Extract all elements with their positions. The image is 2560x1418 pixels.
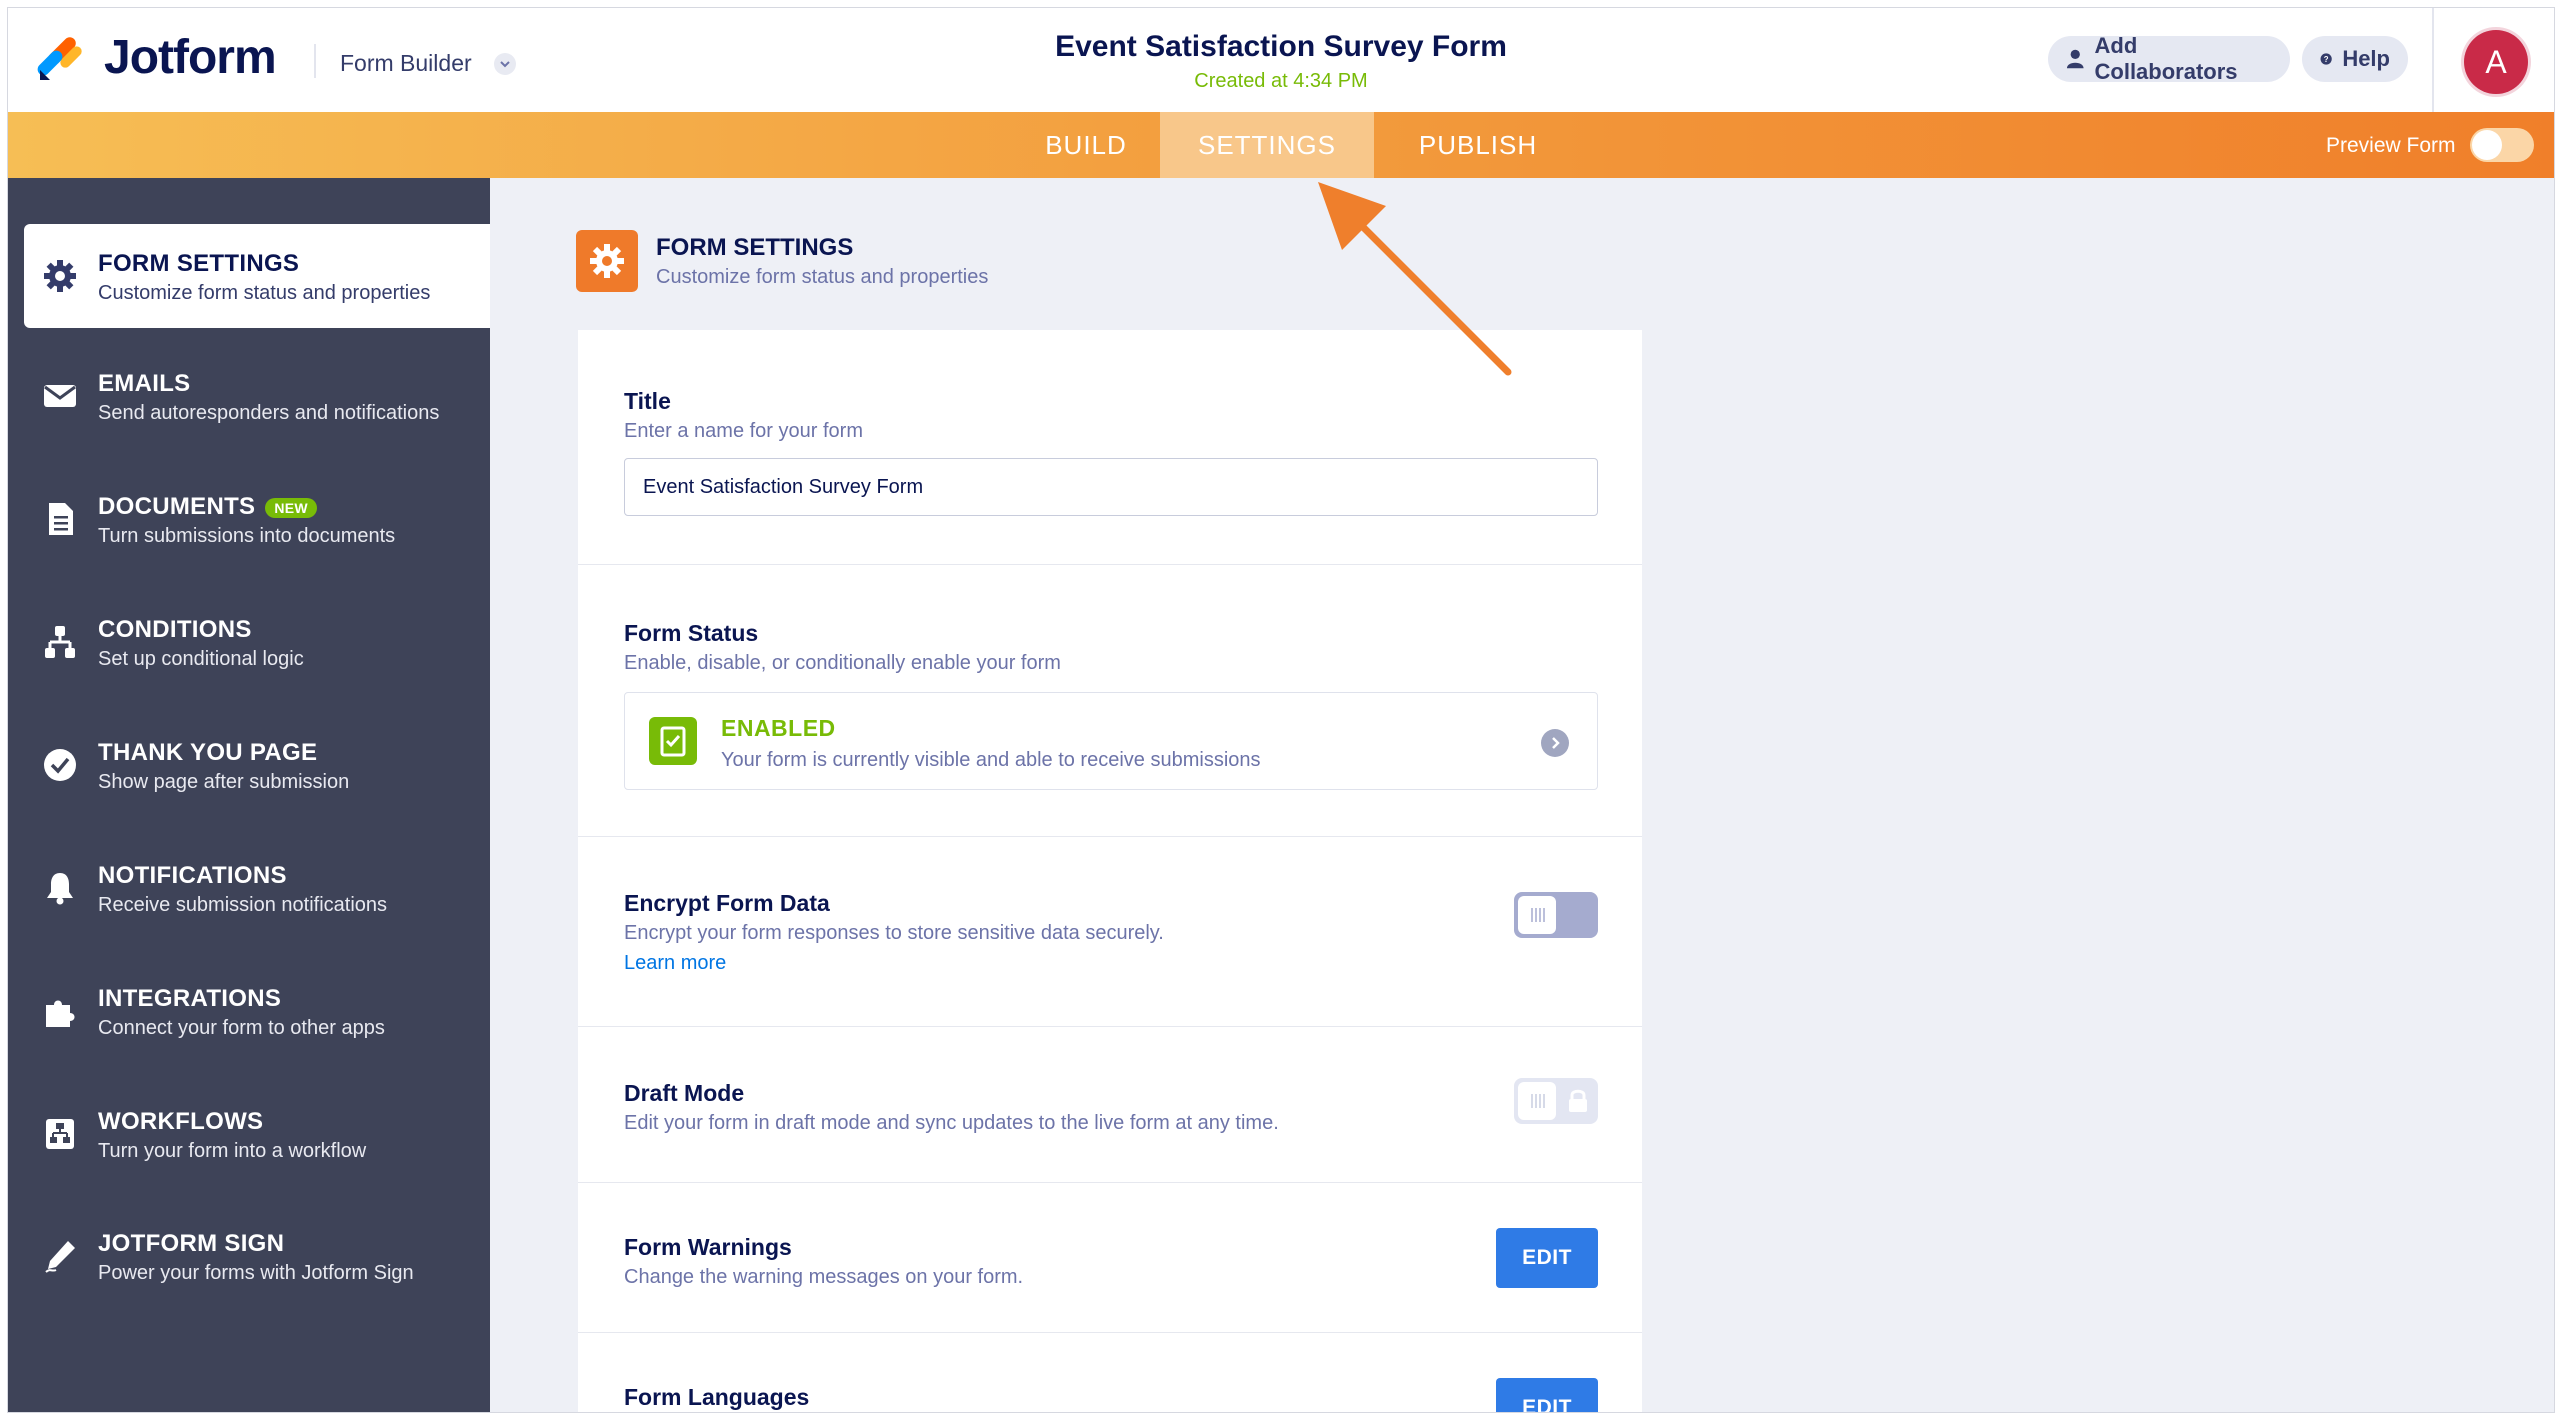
sidebar-item-desc: Connect your form to other apps bbox=[98, 1017, 385, 1039]
svg-text:?: ? bbox=[2324, 55, 2329, 64]
new-badge: NEW bbox=[265, 497, 317, 518]
sidebar-item-title: NOTIFICATIONS bbox=[98, 862, 287, 889]
form-title-input[interactable] bbox=[624, 458, 1598, 516]
form-status-selector[interactable]: ENABLED Your form is currently visible a… bbox=[624, 692, 1598, 790]
draft-mode-toggle[interactable] bbox=[1514, 1078, 1598, 1124]
preview-form-toggle[interactable] bbox=[2470, 128, 2534, 162]
sidebar-item-title: JOTFORM SIGN bbox=[98, 1230, 285, 1257]
page-title: FORM SETTINGS bbox=[656, 234, 854, 261]
form-settings-gear-icon bbox=[576, 230, 638, 292]
pen-icon bbox=[45, 1241, 75, 1273]
sidebar-item-desc: Set up conditional logic bbox=[98, 648, 304, 670]
sidebar-item-desc: Customize form status and properties bbox=[98, 282, 431, 304]
enabled-status-icon bbox=[649, 717, 697, 765]
sidebar-item-title: CONDITIONS bbox=[98, 616, 252, 643]
avatar[interactable]: A bbox=[2464, 30, 2528, 94]
draft-mode-desc: Edit your form in draft mode and sync up… bbox=[624, 1112, 1279, 1134]
sidebar-item-title: WORKFLOWS bbox=[98, 1108, 264, 1135]
sidebar-item-conditions[interactable]: CONDITIONS Set up conditional logic bbox=[8, 590, 490, 694]
sidebar-item-title: DOCUMENTS NEW bbox=[98, 493, 317, 521]
tab-settings[interactable]: SETTINGS bbox=[1160, 112, 1374, 178]
chevron-right-icon[interactable] bbox=[1541, 729, 1569, 757]
sidebar-item-title: EMAILS bbox=[98, 370, 191, 397]
help-label: Help bbox=[2342, 46, 2390, 71]
add-collaborators-label: Add Collaborators bbox=[2094, 33, 2238, 84]
envelope-icon bbox=[44, 385, 76, 407]
form-warnings-heading: Form Warnings bbox=[624, 1234, 792, 1260]
form-warnings-section: Form Warnings Change the warning message… bbox=[578, 1182, 1642, 1333]
preview-form-label: Preview Form bbox=[2326, 134, 2456, 157]
status-badge: ENABLED bbox=[721, 715, 836, 741]
app-window: Jotform Form Builder Event Satisfaction … bbox=[7, 7, 2555, 1413]
sidebar-item-thank-you-page[interactable]: THANK YOU PAGE Show page after submissio… bbox=[8, 713, 490, 817]
encrypt-section: Encrypt Form Data Encrypt your form resp… bbox=[578, 836, 1642, 1027]
form-languages-edit-button[interactable]: EDIT bbox=[1496, 1378, 1598, 1412]
tab-bar: BUILD SETTINGS PUBLISH Preview Form bbox=[8, 112, 2554, 178]
sidebar-item-emails[interactable]: EMAILS Send autoresponders and notificat… bbox=[8, 344, 490, 448]
document-icon bbox=[49, 503, 73, 535]
encrypt-heading: Encrypt Form Data bbox=[624, 890, 830, 916]
sidebar-item-form-settings[interactable]: FORM SETTINGS Customize form status and … bbox=[24, 224, 490, 328]
settings-card: Title Enter a name for your form Form St… bbox=[578, 330, 1642, 1412]
bell-icon bbox=[47, 873, 73, 905]
sidebar-item-desc: Receive submission notifications bbox=[98, 894, 388, 916]
form-status-desc: Enable, disable, or conditionally enable… bbox=[624, 652, 1061, 674]
sidebar-item-title: THANK YOU PAGE bbox=[98, 739, 318, 766]
page-subtitle: Customize form status and properties bbox=[656, 266, 989, 288]
sidebar-item-desc: Power your forms with Jotform Sign bbox=[98, 1262, 414, 1284]
sidebar-item-desc: Send autoresponders and notifications bbox=[98, 402, 440, 424]
draft-mode-heading: Draft Mode bbox=[624, 1080, 745, 1106]
top-header: Jotform Form Builder Event Satisfaction … bbox=[8, 8, 2554, 113]
settings-sidebar: FORM SETTINGS Customize form status and … bbox=[8, 178, 490, 1412]
form-status-heading: Form Status bbox=[624, 620, 759, 646]
encrypt-toggle[interactable] bbox=[1514, 892, 1598, 938]
form-languages-section: Form Languages EDIT bbox=[578, 1332, 1642, 1412]
title-section: Title Enter a name for your form bbox=[578, 330, 1642, 565]
workflow-icon bbox=[46, 1119, 74, 1149]
sidebar-item-integrations[interactable]: INTEGRATIONS Connect your form to other … bbox=[8, 959, 490, 1063]
encrypt-desc: Encrypt your form responses to store sen… bbox=[624, 922, 1164, 944]
title-section-desc: Enter a name for your form bbox=[624, 420, 863, 442]
sidebar-item-documents[interactable]: DOCUMENTS NEW Turn submissions into docum… bbox=[8, 467, 490, 571]
form-languages-heading: Form Languages bbox=[624, 1384, 810, 1410]
learn-more-link[interactable]: Learn more bbox=[624, 952, 726, 975]
user-icon bbox=[2066, 49, 2084, 69]
draft-mode-section: Draft Mode Edit your form in draft mode … bbox=[578, 1026, 1642, 1183]
tab-publish[interactable]: PUBLISH bbox=[1380, 112, 1576, 178]
sidebar-item-notifications[interactable]: NOTIFICATIONS Receive submission notific… bbox=[8, 836, 490, 940]
add-collaborators-button[interactable]: Add Collaborators bbox=[2048, 33, 2290, 84]
help-icon: ? bbox=[2320, 53, 2332, 65]
sidebar-item-jotform-sign[interactable]: JOTFORM SIGN Power your forms with Jotfo… bbox=[8, 1204, 490, 1308]
check-circle-icon bbox=[44, 749, 76, 781]
puzzle-icon bbox=[46, 1000, 75, 1027]
lock-icon bbox=[1569, 1089, 1587, 1112]
gear-icon bbox=[44, 260, 76, 292]
status-description: Your form is currently visible and able … bbox=[721, 749, 1261, 771]
header-divider-right bbox=[2432, 8, 2434, 112]
form-warnings-desc: Change the warning messages on your form… bbox=[624, 1266, 1024, 1288]
form-status-section: Form Status Enable, disable, or conditio… bbox=[578, 564, 1642, 837]
sidebar-item-title: FORM SETTINGS bbox=[98, 250, 300, 277]
form-warnings-edit-button[interactable]: EDIT bbox=[1496, 1228, 1598, 1288]
title-section-heading: Title bbox=[624, 388, 671, 414]
conditions-icon bbox=[45, 626, 75, 658]
sidebar-item-workflows[interactable]: WORKFLOWS Turn your form into a workflow bbox=[8, 1082, 490, 1186]
sidebar-item-desc: Show page after submission bbox=[98, 771, 350, 793]
tab-build[interactable]: BUILD bbox=[1018, 112, 1154, 178]
sidebar-item-desc: Turn submissions into documents bbox=[98, 525, 396, 547]
help-button[interactable]: ? Help bbox=[2302, 36, 2408, 82]
sidebar-item-desc: Turn your form into a workflow bbox=[98, 1140, 367, 1162]
sidebar-item-title: INTEGRATIONS bbox=[98, 985, 282, 1012]
